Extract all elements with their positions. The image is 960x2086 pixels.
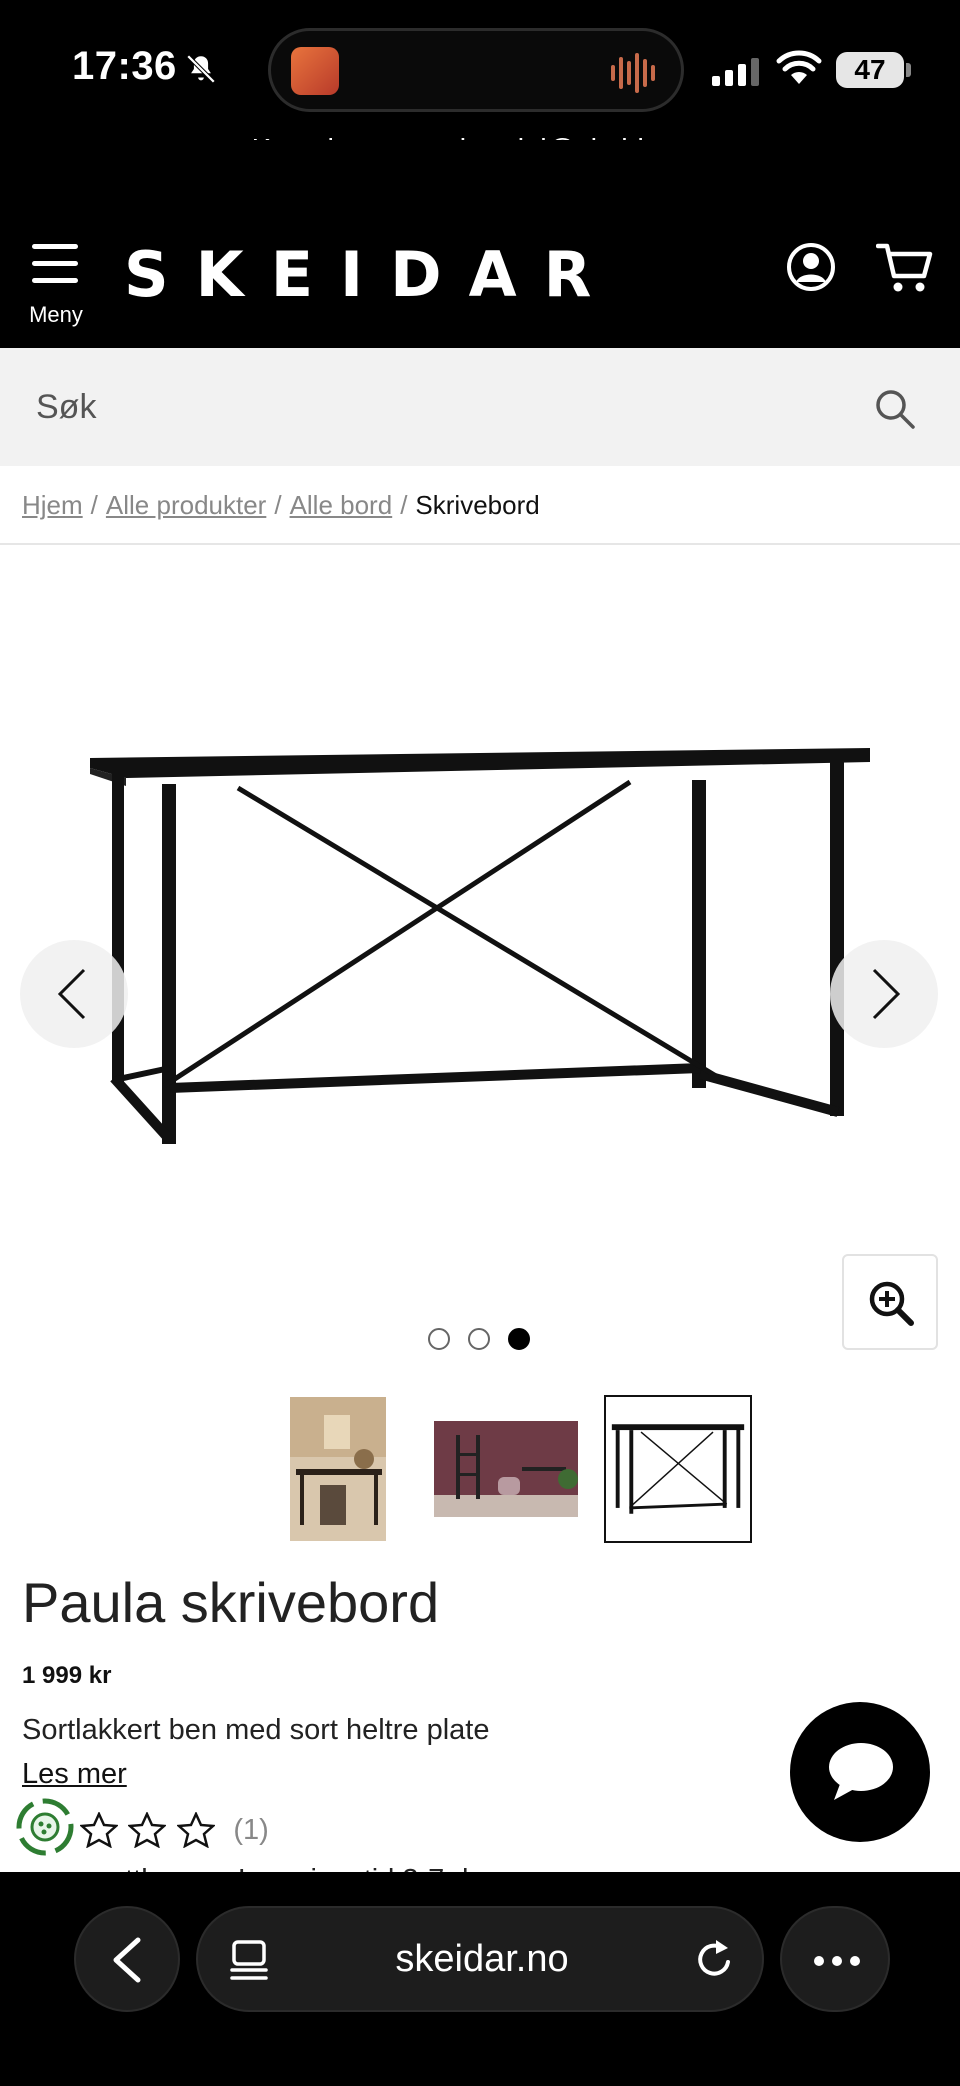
dot	[850, 1956, 860, 1966]
star-icon	[78, 1810, 120, 1849]
breadcrumb-current: Skrivebord	[415, 490, 540, 520]
menu-button[interactable]: Meny	[24, 244, 88, 340]
silent-bell-icon	[186, 54, 216, 84]
cart-icon[interactable]	[876, 242, 934, 294]
menu-label: Meny	[29, 302, 83, 327]
url-domain[interactable]: skeidar.no	[198, 1938, 766, 1981]
search-input[interactable]: Søk	[36, 388, 96, 427]
breadcrumb-all-products[interactable]: Alle produkter	[106, 490, 266, 520]
read-more-label: Les mer	[22, 1758, 127, 1790]
chevron-left-icon	[113, 1937, 141, 1983]
breadcrumb: Hjem / Alle produkter / Alle bord / Skrivebord	[22, 490, 540, 520]
breadcrumb-all-tables[interactable]: Alle bord	[290, 490, 393, 520]
star-icon	[127, 1810, 168, 1849]
site-header: Meny SKEIDAR	[0, 140, 960, 348]
cellular-signal-icon	[712, 58, 759, 86]
now-playing-app-icon	[291, 47, 339, 95]
thumbnail-3-selected[interactable]	[604, 1395, 752, 1543]
browser-toolbar: skeidar.no	[0, 1872, 960, 2086]
clock: 17:36	[72, 44, 177, 88]
page-content: Søk Hjem / Alle produkter / Alle bord / Skrive…	[0, 348, 960, 1872]
audio-waveform-icon	[611, 53, 655, 93]
stock-delivery-text: …ettlager – Leveringstid 3-7 dager	[80, 1864, 527, 1872]
zoom-button[interactable]	[842, 1254, 938, 1350]
carousel-dot[interactable]	[428, 1328, 450, 1350]
carousel-dot-active[interactable]	[508, 1328, 530, 1350]
carousel-dot[interactable]	[468, 1328, 490, 1350]
chevron-left-icon	[57, 968, 86, 1020]
product-price: 1 999 kr	[22, 1662, 112, 1689]
search-icon[interactable]	[874, 388, 916, 430]
dot	[832, 1956, 842, 1966]
thumbnail-room-photo	[434, 1421, 578, 1517]
thumbnail-1[interactable]	[264, 1395, 412, 1543]
thumbnail-desk-photo	[611, 1424, 745, 1514]
divider	[0, 543, 960, 545]
search-bar[interactable]: Søk	[0, 348, 960, 466]
reload-icon[interactable]	[694, 1938, 736, 1982]
rating-stars[interactable]: (1)	[78, 1810, 269, 1852]
account-icon[interactable]	[786, 242, 836, 292]
chat-bubble-icon	[829, 1743, 893, 1800]
carousel-dots	[428, 1328, 538, 1352]
chevron-right-icon	[872, 968, 901, 1020]
thumbnail-2[interactable]	[432, 1395, 580, 1543]
product-image[interactable]	[70, 728, 890, 1248]
dot	[814, 1956, 824, 1966]
more-options-button[interactable]	[780, 1906, 890, 2012]
zoom-in-icon	[869, 1281, 914, 1326]
chat-button[interactable]	[790, 1702, 930, 1842]
read-more-link[interactable]: Les mer	[22, 1758, 127, 1791]
wifi-icon	[776, 50, 822, 84]
star-icon	[175, 1810, 216, 1849]
thumbnail-room-photo	[290, 1397, 386, 1541]
hamburger-icon	[32, 244, 78, 288]
product-description: Sortlakkert ben med sort heltre plate	[22, 1714, 490, 1746]
previous-image-button[interactable]	[20, 940, 128, 1048]
breadcrumb-home[interactable]: Hjem	[22, 490, 83, 520]
eco-badge[interactable]	[14, 1796, 76, 1858]
status-bar: 17:36 47 Kontakt oss netthandel@skeidar.…	[0, 0, 960, 166]
browser-back-button[interactable]	[74, 1906, 180, 2012]
recycle-icon	[16, 1798, 74, 1856]
battery-tip	[906, 63, 911, 77]
address-bar[interactable]: skeidar.no	[196, 1906, 764, 2012]
next-image-button[interactable]	[830, 940, 938, 1048]
product-title: Paula skrivebord	[22, 1571, 440, 1634]
dynamic-island[interactable]	[268, 28, 684, 112]
review-count: (1)	[233, 1813, 269, 1846]
site-logo[interactable]: SKEIDAR	[124, 238, 618, 311]
battery-indicator: 47	[836, 52, 904, 88]
